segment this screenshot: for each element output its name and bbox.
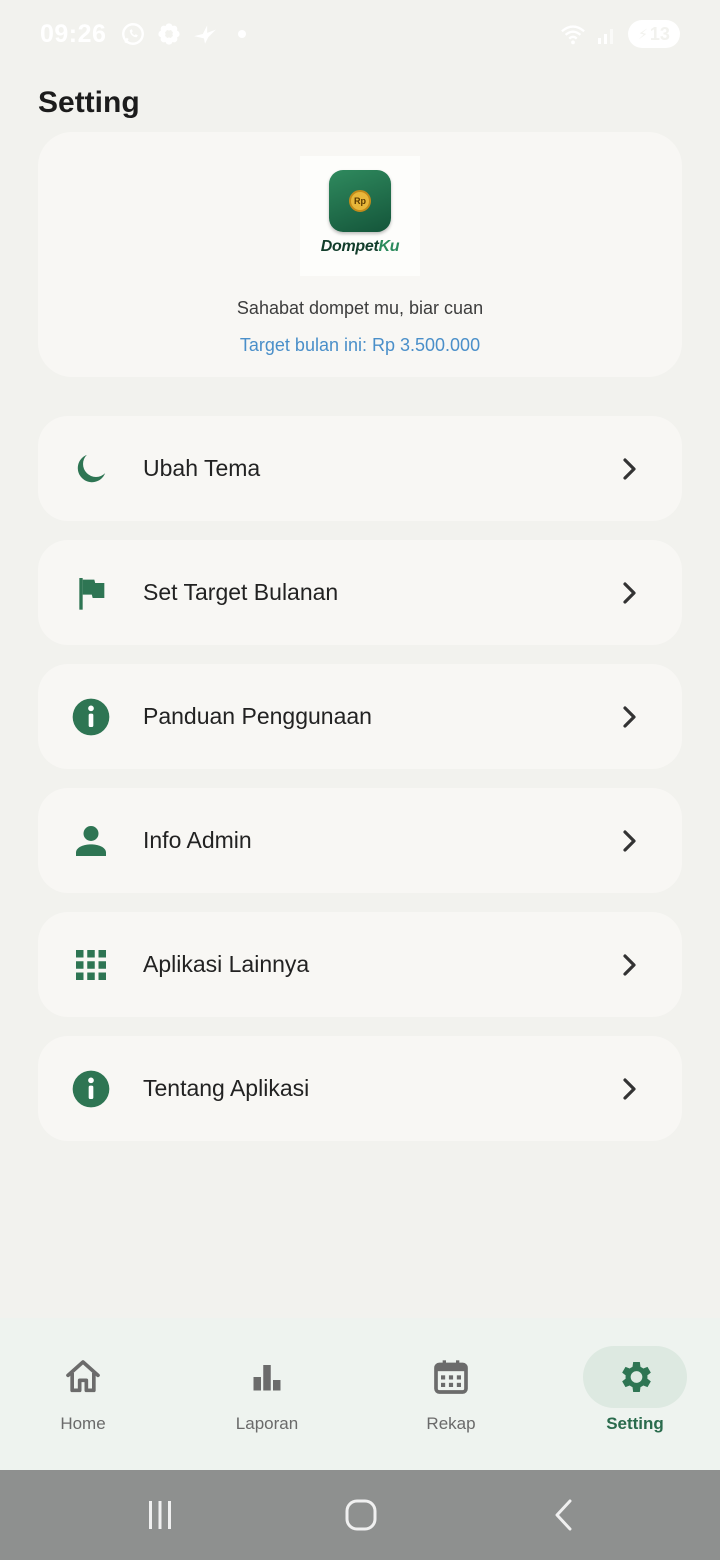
grid-icon bbox=[71, 945, 111, 985]
nav-home[interactable]: Home bbox=[13, 1346, 153, 1446]
menu-item-tentang-aplikasi[interactable]: Tentang Aplikasi bbox=[38, 1036, 682, 1141]
menu-item-aplikasi-lainnya[interactable]: Aplikasi Lainnya bbox=[38, 912, 682, 1017]
nav-label: Home bbox=[60, 1414, 106, 1433]
status-bar: 09:26 ⚡ 13 bbox=[0, 0, 720, 68]
logo-wordmark-a: Dompet bbox=[320, 238, 379, 255]
menu-item-set-target-bulanan[interactable]: Set Target Bulanan bbox=[38, 540, 682, 645]
app-tagline: Sahabat dompet mu, biar cuan bbox=[236, 298, 484, 318]
menu-item-label: Tentang Aplikasi bbox=[143, 1075, 310, 1101]
nav-laporan[interactable]: Laporan bbox=[197, 1346, 337, 1446]
monthly-target-text: Target bulan ini: Rp 3.500.000 bbox=[239, 335, 481, 355]
nav-rekap[interactable]: Rekap bbox=[381, 1346, 521, 1446]
moon-icon bbox=[71, 449, 111, 489]
wallet-logo-icon: Rp bbox=[329, 170, 391, 232]
app-logo: Rp DompetKu bbox=[300, 156, 420, 276]
chevron-right-icon bbox=[616, 579, 644, 607]
gear-icon bbox=[583, 1346, 687, 1408]
wifi-icon bbox=[560, 21, 586, 47]
home-icon bbox=[31, 1346, 135, 1408]
chevron-right-icon bbox=[616, 827, 644, 855]
nav-label: Laporan bbox=[235, 1414, 299, 1433]
logo-wordmark-b: Ku bbox=[378, 238, 400, 255]
more-notifications-dot bbox=[238, 30, 247, 38]
logo-wordmark: DompetKu bbox=[321, 238, 400, 256]
nav-label: Rekap bbox=[426, 1414, 476, 1433]
menu-item-label: Ubah Tema bbox=[143, 455, 261, 481]
menu-item-panduan-penggunaan[interactable]: Panduan Penggunaan bbox=[38, 664, 682, 769]
back-button[interactable] bbox=[544, 1495, 584, 1535]
status-system-icons: ⚡ 13 bbox=[560, 20, 680, 48]
menu-item-label: Info Admin bbox=[143, 827, 252, 853]
menu-item-label: Set Target Bulanan bbox=[143, 579, 339, 605]
bottom-navigation: Home Laporan Rekap Setting bbox=[0, 1318, 720, 1470]
menu-item-label: Panduan Penggunaan bbox=[143, 703, 372, 729]
status-notification-icons bbox=[120, 21, 247, 47]
chevron-right-icon bbox=[616, 1075, 644, 1103]
flower-icon bbox=[156, 21, 182, 47]
calendar-icon bbox=[399, 1346, 503, 1408]
info-icon bbox=[71, 1069, 111, 1109]
whatsapp-icon bbox=[120, 21, 146, 47]
battery-icon: ⚡ bbox=[638, 25, 648, 42]
chevron-right-icon bbox=[616, 703, 644, 731]
battery-indicator: ⚡ 13 bbox=[628, 20, 680, 48]
flag-icon bbox=[71, 573, 111, 613]
app-profile-card: Rp DompetKu Sahabat dompet mu, biar cuan… bbox=[38, 132, 682, 377]
bird-icon bbox=[192, 21, 218, 47]
nav-label: Setting bbox=[606, 1414, 664, 1433]
menu-item-label: Aplikasi Lainnya bbox=[143, 951, 310, 977]
system-navigation-bar bbox=[0, 1470, 720, 1560]
menu-item-info-admin[interactable]: Info Admin bbox=[38, 788, 682, 893]
person-icon bbox=[71, 821, 111, 861]
signal-icon bbox=[594, 21, 620, 47]
home-button[interactable] bbox=[341, 1495, 381, 1535]
logo-coin: Rp bbox=[349, 190, 371, 212]
chevron-right-icon bbox=[616, 455, 644, 483]
chevron-right-icon bbox=[616, 951, 644, 979]
bar-chart-icon bbox=[215, 1346, 319, 1408]
page-title: Setting bbox=[38, 86, 140, 119]
battery-level: 13 bbox=[649, 23, 670, 44]
nav-setting[interactable]: Setting bbox=[565, 1346, 705, 1446]
status-time: 09:26 bbox=[40, 19, 107, 48]
menu-item-ubah-tema[interactable]: Ubah Tema bbox=[38, 416, 682, 521]
info-icon bbox=[71, 697, 111, 737]
recent-apps-button[interactable] bbox=[140, 1495, 180, 1535]
